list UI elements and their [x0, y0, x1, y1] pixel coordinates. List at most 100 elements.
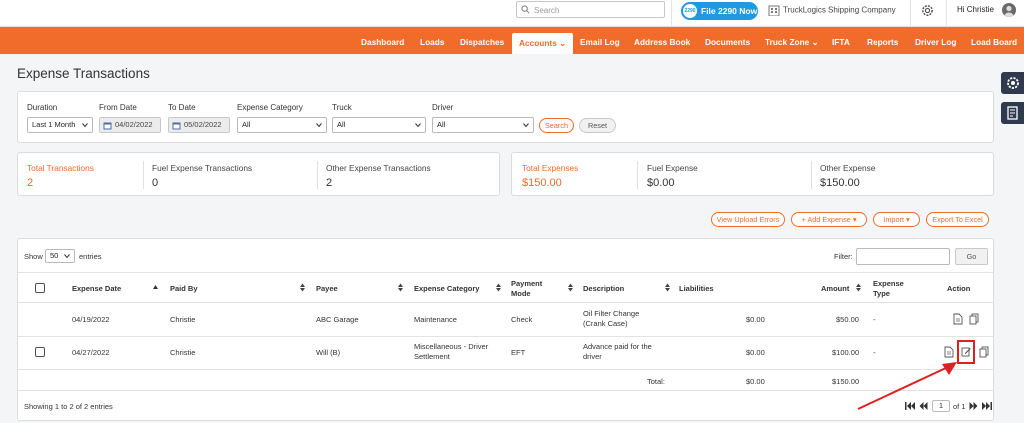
filter-input[interactable]: [856, 248, 950, 265]
expense-category-select[interactable]: All: [237, 117, 327, 133]
document-icon: [1007, 106, 1018, 120]
nav-accounts[interactable]: Accounts ⌄: [512, 33, 574, 54]
to-date-label: To Date: [168, 103, 196, 112]
showing-entries: Showing 1 to 2 of 2 entries: [24, 402, 113, 411]
go-button[interactable]: Go: [955, 248, 988, 265]
copy-icon[interactable]: [969, 313, 979, 325]
col-amount[interactable]: Amount: [821, 284, 849, 293]
from-date-input[interactable]: 04/02/2022: [99, 117, 161, 133]
search-button[interactable]: Search: [539, 118, 574, 133]
divider: [946, 0, 947, 26]
fuel-expense-label: Fuel Expense: [647, 163, 698, 173]
col-expense-type-l1[interactable]: Expense: [873, 279, 904, 288]
file-2290-button[interactable]: 2290 File 2290 Now: [681, 2, 758, 20]
col-paid-by[interactable]: Paid By: [170, 284, 198, 293]
total-expenses-label: Total Expenses: [522, 163, 579, 173]
gear-icon: [1007, 77, 1019, 89]
search-placeholder: Search: [534, 6, 560, 15]
avatar[interactable]: [1002, 3, 1016, 17]
fuel-transactions-value: 0: [152, 177, 159, 189]
nav-loads[interactable]: Loads: [420, 27, 444, 54]
nav-dashboard[interactable]: Dashboard: [361, 27, 404, 54]
select-all-checkbox[interactable]: [35, 283, 45, 293]
cell-category-l2: Settlement: [414, 352, 450, 361]
add-expense-button[interactable]: + Add Expense ▾: [791, 212, 867, 227]
notes-side-button[interactable]: [1001, 102, 1024, 124]
from-date-label: From Date: [99, 103, 137, 112]
import-button[interactable]: Import ▾: [873, 212, 920, 227]
copy-icon[interactable]: [979, 346, 989, 358]
divider: [18, 390, 993, 391]
divider: [18, 336, 993, 337]
total-transactions-label: Total Transactions: [27, 163, 94, 173]
nav-reports[interactable]: Reports: [867, 27, 898, 54]
next-page-icon[interactable]: [969, 402, 978, 410]
truck-select[interactable]: All: [332, 117, 426, 133]
driver-label: Driver: [432, 103, 454, 112]
chevron-down-icon: [523, 123, 529, 128]
import-label: Import: [883, 215, 904, 224]
cell-date: 04/27/2022: [72, 348, 110, 357]
reset-button[interactable]: Reset: [579, 118, 616, 133]
sort-icon[interactable]: [568, 283, 573, 292]
nav-address-book[interactable]: Address Book: [634, 27, 690, 54]
divider: [637, 161, 638, 189]
export-excel-button[interactable]: Export To Excel: [926, 212, 989, 227]
divider: [317, 161, 318, 189]
row-checkbox[interactable]: [35, 347, 45, 357]
chevron-down-icon: [316, 123, 322, 128]
col-payment-mode-l1[interactable]: Payment: [511, 279, 542, 288]
sort-icon[interactable]: [496, 283, 501, 292]
col-payee[interactable]: Payee: [316, 284, 338, 293]
nav-documents[interactable]: Documents: [705, 27, 750, 54]
sort-icon[interactable]: [665, 283, 670, 292]
col-action: Action: [947, 284, 971, 293]
to-date-input[interactable]: 05/02/2022: [168, 117, 230, 133]
view-document-icon[interactable]: [953, 313, 963, 325]
top-bar: Search 2290 File 2290 Now TruckLogics Sh…: [0, 0, 1024, 27]
col-expense-type-l2[interactable]: Type: [873, 289, 890, 298]
calendar-icon: [172, 122, 181, 130]
calendar-icon: [103, 122, 112, 130]
sort-icon[interactable]: [398, 283, 403, 292]
nav-dispatches[interactable]: Dispatches: [460, 27, 504, 54]
nav-truck-zone[interactable]: Truck Zone ⌄: [765, 27, 819, 54]
nav-email-log[interactable]: Email Log: [580, 27, 620, 54]
col-expense-date[interactable]: Expense Date: [72, 284, 121, 293]
view-upload-errors-button[interactable]: View Upload Errors: [711, 212, 785, 227]
driver-select[interactable]: All: [432, 117, 534, 133]
entries-select[interactable]: 50: [45, 249, 75, 263]
truck-value: All: [337, 120, 346, 129]
divider: [18, 369, 993, 370]
duration-label: Duration: [27, 103, 58, 112]
last-page-icon[interactable]: [982, 402, 992, 410]
nav-driver-log[interactable]: Driver Log: [915, 27, 957, 54]
cell-category: Maintenance: [414, 315, 457, 324]
user-icon: [1004, 5, 1014, 17]
cell-liabilities: $0.00: [746, 315, 765, 324]
sort-icon[interactable]: [856, 283, 861, 292]
cell-payment-mode: EFT: [511, 348, 526, 357]
total-transactions-value: 2: [27, 177, 34, 189]
search-input[interactable]: Search: [516, 1, 665, 18]
duration-value: Last 1 Month: [32, 120, 76, 129]
sort-asc-icon[interactable]: [153, 284, 158, 293]
divider: [811, 161, 812, 189]
sort-icon[interactable]: [300, 283, 305, 292]
expense-category-value: All: [242, 120, 251, 129]
col-description[interactable]: Description: [583, 284, 624, 293]
transactions-summary: Total Transactions 2 Fuel Expense Transa…: [17, 152, 500, 196]
gear-icon[interactable]: [920, 3, 935, 18]
settings-side-button[interactable]: [1001, 72, 1024, 94]
page-title: Expense Transactions: [17, 66, 150, 81]
col-expense-category[interactable]: Expense Category: [414, 284, 479, 293]
duration-select[interactable]: Last 1 Month: [27, 117, 93, 133]
col-payment-mode-l2[interactable]: Mode: [511, 289, 531, 298]
total-expenses-value: $150.00: [522, 177, 562, 189]
divider: [18, 302, 993, 303]
driver-value: All: [437, 120, 446, 129]
col-liabilities[interactable]: Liabilities: [679, 284, 714, 293]
nav-ifta[interactable]: IFTA: [832, 27, 850, 54]
company-switcher[interactable]: TruckLogics Shipping Company: [768, 5, 896, 16]
nav-load-board[interactable]: Load Board: [971, 27, 1017, 54]
